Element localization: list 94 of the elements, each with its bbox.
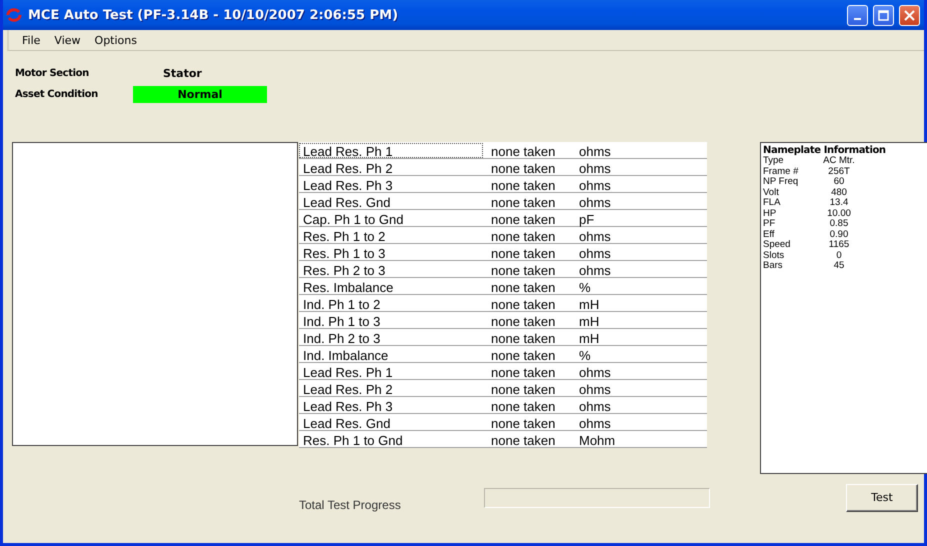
result-cell-text: none taken (490, 244, 556, 260)
menu-item[interactable]: View (47, 34, 88, 46)
unit-cell-text: ohms (578, 380, 612, 396)
result-cell-text: none taken (490, 364, 556, 378)
result-cell-text: none taken (490, 210, 556, 226)
nameplate-label: PF (763, 219, 776, 230)
progress-label: Total Test Progress (299, 498, 402, 512)
nameplate-label: Bars (763, 261, 784, 272)
result-cell-text: none taken (490, 228, 556, 242)
nameplate-value: 480 (830, 188, 848, 198)
nameplate-label: Volt (763, 188, 780, 198)
test-name-cell[interactable]: Lead Res. Ph 3 (299, 398, 487, 412)
nameplate-value: 13.4 (828, 198, 850, 208)
test-name-cell[interactable]: Lead Res. Gnd (299, 194, 487, 208)
nameplate-label: Slots (763, 250, 786, 261)
nameplate-label: Type (763, 156, 784, 166)
nameplate-label: Frame # (763, 166, 800, 177)
test-name-cell[interactable]: Lead Res. Ph 2 (299, 380, 487, 396)
menu-item[interactable]: File (15, 34, 48, 46)
result-cell-text: none taken (490, 346, 556, 362)
test-name-cell[interactable]: Lead Res. Gnd (299, 414, 487, 430)
test-name-cell[interactable]: Lead Res. Ph 1 (299, 364, 487, 378)
nameplate-value: 0.85 (828, 219, 850, 230)
field-label: Motor Section (15, 68, 90, 79)
test-name-cell[interactable]: Res. Ph 1 to Gnd (299, 432, 487, 446)
test-name-cell[interactable]: Res. Ph 1 to 3 (299, 244, 487, 260)
unit-cell-text: ohms (578, 176, 612, 192)
result-cell-text: none taken (490, 142, 556, 158)
nameplate-value: 60 (832, 177, 846, 188)
maximize-icon (878, 10, 889, 20)
unit-cell-text: ohms (578, 244, 612, 260)
unit-cell-text: % (578, 278, 592, 294)
menu-item[interactable]: Options (88, 34, 144, 46)
app-logo-icon (5, 8, 23, 22)
result-cell-text: none taken (490, 432, 556, 446)
result-cell-text: none taken (490, 312, 556, 328)
unit-cell-text: ohms (578, 194, 612, 208)
nameplate-label: Speed (763, 240, 792, 250)
panel-title: Nameplate Information (763, 145, 887, 156)
test-name-cell[interactable]: Lead Res. Ph 3 (299, 176, 487, 192)
test-name-cell[interactable]: Cap. Ph 1 to Gnd (299, 210, 487, 226)
nameplate-value: AC Mtr. (822, 156, 856, 166)
result-cell-text: none taken (490, 262, 556, 276)
close-icon (904, 10, 915, 20)
minimize-button[interactable] (847, 4, 868, 26)
unit-cell-text: ohms (578, 142, 612, 158)
unit-cell-text: Mohm (578, 432, 616, 446)
unit-cell-text: mH (578, 312, 600, 328)
test-name-cell[interactable]: Ind. Ph 1 to 3 (299, 312, 487, 328)
unit-cell-text: % (578, 346, 592, 362)
window-title: MCE Auto Test (PF-3.14B - 10/10/2007 2:06:55 PM) (28, 8, 400, 22)
nameplate-value: 1165 (828, 240, 850, 250)
result-cell-text: none taken (490, 176, 556, 192)
nameplate-value: 0.90 (828, 230, 850, 240)
unit-cell-text: mH (578, 296, 600, 310)
close-button[interactable] (899, 4, 920, 26)
result-cell-text: none taken (490, 194, 556, 208)
nameplate-value: 10.00 (826, 208, 852, 219)
test-name-cell[interactable]: Lead Res. Ph 2 (299, 160, 487, 174)
nameplate-value: 256T (827, 166, 851, 177)
condition-indicator: Normal (133, 86, 267, 103)
result-cell-text: none taken (490, 398, 556, 412)
test-name-cell[interactable]: Lead Res. Ph 1 (299, 142, 483, 158)
nameplate-value: 45 (832, 261, 846, 272)
nameplate-value: 0 (835, 250, 843, 261)
result-cell-text: none taken (490, 296, 556, 310)
result-cell-text: none taken (490, 330, 556, 344)
test-button[interactable]: Test (846, 484, 918, 512)
nameplate-label: Eff (763, 230, 776, 240)
result-cell-text: none taken (490, 380, 556, 396)
test-name-cell[interactable]: Res. Imbalance (299, 278, 487, 294)
test-name-cell[interactable]: Res. Ph 1 to 2 (299, 228, 487, 242)
unit-cell-text: ohms (578, 398, 612, 412)
field-label: Asset Condition (15, 89, 99, 100)
test-name-cell[interactable]: Ind. Ph 1 to 2 (299, 296, 487, 310)
test-name-cell[interactable]: Res. Ph 2 to 3 (299, 262, 487, 276)
unit-cell-text: ohms (578, 262, 612, 276)
minimize-icon (854, 18, 861, 20)
unit-cell-text: ohms (578, 414, 612, 430)
result-cell-text: none taken (490, 414, 556, 430)
unit-cell-text: pF (578, 210, 596, 226)
test-name-cell[interactable]: Ind. Imbalance (299, 346, 487, 362)
result-cell-text: none taken (490, 160, 556, 174)
unit-cell-text: ohms (578, 364, 612, 378)
unit-cell-text: ohms (578, 228, 612, 242)
nameplate-label: HP (763, 208, 778, 219)
unit-cell-text: mH (578, 330, 600, 344)
maximize-button[interactable] (873, 4, 894, 26)
unit-cell-text: ohms (578, 160, 612, 174)
test-name-cell[interactable]: Ind. Ph 2 to 3 (299, 330, 487, 344)
result-cell-text: none taken (490, 278, 556, 294)
field-value: Stator (162, 67, 203, 80)
nameplate-label: FLA (763, 198, 782, 208)
nameplate-label: NP Freq (763, 177, 800, 188)
